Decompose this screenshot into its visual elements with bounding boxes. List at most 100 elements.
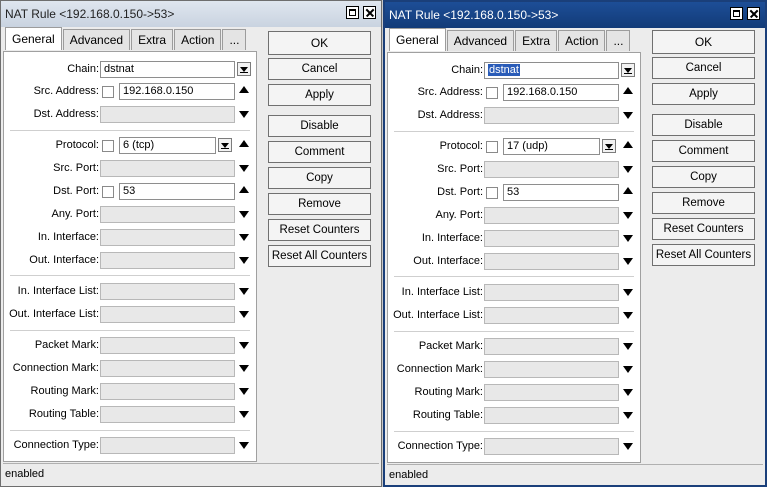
dst-port-negate-checkbox[interactable] bbox=[486, 187, 498, 199]
out-interface-list-field[interactable] bbox=[484, 307, 619, 324]
out-interface-list-expand-icon[interactable] bbox=[623, 312, 633, 319]
dst-port-field[interactable]: 53 bbox=[503, 184, 619, 201]
reset-all-counters-button[interactable]: Reset All Counters bbox=[652, 244, 755, 266]
protocol-negate-checkbox[interactable] bbox=[486, 141, 498, 153]
any-port-expand-icon[interactable] bbox=[239, 211, 249, 218]
connection-mark-expand-icon[interactable] bbox=[239, 365, 249, 372]
routing-table-field[interactable] bbox=[100, 406, 235, 423]
reset-counters-button[interactable]: Reset Counters bbox=[652, 218, 755, 240]
out-interface-field[interactable] bbox=[100, 252, 235, 269]
packet-mark-field[interactable] bbox=[484, 338, 619, 355]
in-interface-expand-icon[interactable] bbox=[623, 235, 633, 242]
chain-dropdown-icon[interactable] bbox=[237, 62, 251, 76]
tab-general[interactable]: General bbox=[5, 27, 62, 50]
tab-advanced[interactable]: Advanced bbox=[62, 29, 131, 50]
in-interface-list-expand-icon[interactable] bbox=[239, 288, 249, 295]
copy-button[interactable]: Copy bbox=[652, 166, 755, 188]
packet-mark-expand-icon[interactable] bbox=[239, 342, 249, 349]
ok-button[interactable]: OK bbox=[268, 31, 371, 55]
in-interface-field[interactable] bbox=[484, 230, 619, 247]
close-icon[interactable] bbox=[747, 7, 760, 20]
connection-type-field[interactable] bbox=[100, 437, 235, 454]
cancel-button[interactable]: Cancel bbox=[652, 57, 755, 79]
apply-button[interactable]: Apply bbox=[652, 83, 755, 105]
src-address-negate-checkbox[interactable] bbox=[102, 86, 114, 98]
src-address-field[interactable]: 192.168.0.150 bbox=[119, 83, 235, 100]
src-port-expand-icon[interactable] bbox=[239, 165, 249, 172]
routing-mark-field[interactable] bbox=[100, 383, 235, 400]
tab-extra[interactable]: Extra bbox=[131, 29, 174, 50]
tab-more[interactable]: ... bbox=[606, 30, 631, 51]
src-address-collapse-icon[interactable] bbox=[623, 87, 633, 94]
protocol-dropdown-icon[interactable] bbox=[218, 138, 232, 152]
any-port-field[interactable] bbox=[484, 207, 619, 224]
dst-address-expand-icon[interactable] bbox=[623, 112, 633, 119]
ok-button[interactable]: OK bbox=[652, 30, 755, 54]
maximize-icon[interactable] bbox=[346, 6, 359, 19]
connection-mark-expand-icon[interactable] bbox=[623, 366, 633, 373]
connection-type-expand-icon[interactable] bbox=[239, 442, 249, 449]
tab-advanced[interactable]: Advanced bbox=[446, 30, 515, 51]
remove-button[interactable]: Remove bbox=[652, 192, 755, 214]
maximize-icon[interactable] bbox=[730, 7, 743, 20]
cancel-button[interactable]: Cancel bbox=[268, 58, 371, 80]
routing-table-field[interactable] bbox=[484, 407, 619, 424]
protocol-field[interactable]: 17 (udp) bbox=[503, 138, 600, 155]
chain-dropdown-icon[interactable] bbox=[621, 63, 635, 77]
src-port-field[interactable] bbox=[484, 161, 619, 178]
chain-field[interactable]: dstnat bbox=[100, 61, 235, 78]
routing-mark-field[interactable] bbox=[484, 384, 619, 401]
disable-button[interactable]: Disable bbox=[652, 114, 755, 136]
remove-button[interactable]: Remove bbox=[268, 193, 371, 215]
dst-port-negate-checkbox[interactable] bbox=[102, 186, 114, 198]
out-interface-expand-icon[interactable] bbox=[239, 257, 249, 264]
dst-port-field[interactable]: 53 bbox=[119, 183, 235, 200]
dst-address-field[interactable] bbox=[100, 106, 235, 123]
dst-address-expand-icon[interactable] bbox=[239, 111, 249, 118]
tab-more[interactable]: ... bbox=[222, 29, 247, 50]
dst-port-collapse-icon[interactable] bbox=[239, 186, 249, 193]
reset-all-counters-button[interactable]: Reset All Counters bbox=[268, 245, 371, 267]
out-interface-list-expand-icon[interactable] bbox=[239, 311, 249, 318]
protocol-collapse-icon[interactable] bbox=[623, 141, 633, 148]
out-interface-expand-icon[interactable] bbox=[623, 258, 633, 265]
routing-mark-expand-icon[interactable] bbox=[239, 388, 249, 395]
in-interface-expand-icon[interactable] bbox=[239, 234, 249, 241]
packet-mark-field[interactable] bbox=[100, 337, 235, 354]
copy-button[interactable]: Copy bbox=[268, 167, 371, 189]
title-bar[interactable]: NAT Rule <192.168.0.150->53> bbox=[385, 2, 765, 28]
routing-table-expand-icon[interactable] bbox=[623, 412, 633, 419]
out-interface-field[interactable] bbox=[484, 253, 619, 270]
dst-port-collapse-icon[interactable] bbox=[623, 187, 633, 194]
apply-button[interactable]: Apply bbox=[268, 84, 371, 106]
connection-type-expand-icon[interactable] bbox=[623, 443, 633, 450]
src-address-collapse-icon[interactable] bbox=[239, 86, 249, 93]
in-interface-list-field[interactable] bbox=[100, 283, 235, 300]
comment-button[interactable]: Comment bbox=[268, 141, 371, 163]
any-port-expand-icon[interactable] bbox=[623, 212, 633, 219]
out-interface-list-field[interactable] bbox=[100, 306, 235, 323]
connection-mark-field[interactable] bbox=[484, 361, 619, 378]
dst-address-field[interactable] bbox=[484, 107, 619, 124]
src-port-expand-icon[interactable] bbox=[623, 166, 633, 173]
protocol-negate-checkbox[interactable] bbox=[102, 140, 114, 152]
tab-action[interactable]: Action bbox=[174, 29, 222, 50]
tab-extra[interactable]: Extra bbox=[515, 30, 558, 51]
chain-field[interactable]: dstnat bbox=[484, 62, 619, 79]
protocol-collapse-icon[interactable] bbox=[239, 140, 249, 147]
protocol-field[interactable]: 6 (tcp) bbox=[119, 137, 216, 154]
routing-table-expand-icon[interactable] bbox=[239, 411, 249, 418]
close-icon[interactable] bbox=[363, 6, 376, 19]
in-interface-field[interactable] bbox=[100, 229, 235, 246]
in-interface-list-field[interactable] bbox=[484, 284, 619, 301]
src-address-field[interactable]: 192.168.0.150 bbox=[503, 84, 619, 101]
title-bar[interactable]: NAT Rule <192.168.0.150->53> bbox=[1, 1, 381, 27]
tab-general[interactable]: General bbox=[389, 28, 446, 51]
routing-mark-expand-icon[interactable] bbox=[623, 389, 633, 396]
reset-counters-button[interactable]: Reset Counters bbox=[268, 219, 371, 241]
connection-mark-field[interactable] bbox=[100, 360, 235, 377]
any-port-field[interactable] bbox=[100, 206, 235, 223]
packet-mark-expand-icon[interactable] bbox=[623, 343, 633, 350]
comment-button[interactable]: Comment bbox=[652, 140, 755, 162]
tab-action[interactable]: Action bbox=[558, 30, 606, 51]
